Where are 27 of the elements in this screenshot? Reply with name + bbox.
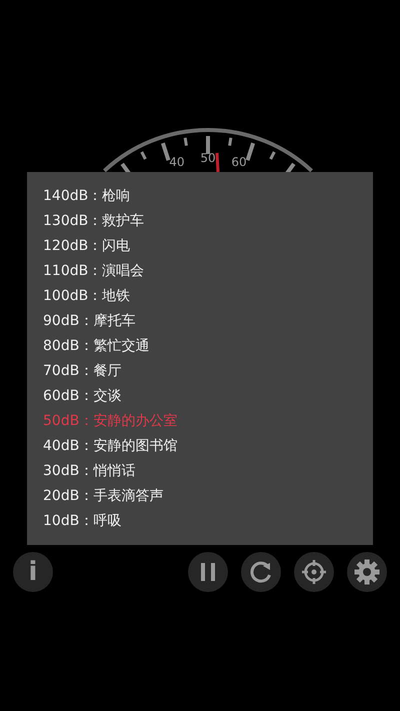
target-button[interactable]	[294, 552, 334, 592]
decibel-reference-item: 80dB：繁忙交通	[43, 337, 150, 356]
needle	[216, 152, 220, 172]
settings-icon	[354, 559, 380, 585]
decibel-reference-item: 100dB：地铁	[43, 287, 132, 306]
decibel-reference-item: 60dB：交谈	[43, 387, 122, 406]
decibel-reference-item: 50dB：安静的办公室	[43, 412, 178, 431]
decibel-reference-item: 30dB：悄悄话	[43, 462, 136, 481]
gauge-label: 60	[231, 155, 247, 170]
crosshair-icon	[301, 559, 327, 585]
pause-icon	[200, 563, 216, 581]
gauge-label: 50	[200, 151, 216, 165]
decibel-reference-item: 90dB：摩托车	[43, 312, 136, 331]
decibel-reference-item: 110dB：演唱会	[43, 262, 146, 281]
gauge-label: 40	[169, 155, 185, 170]
decibel-reference-item: 10dB：呼吸	[43, 512, 122, 531]
decibel-reference-item: 120dB：闪电	[43, 237, 132, 256]
refresh-button[interactable]	[241, 552, 281, 592]
decibel-reference-item: 40dB：安静的图书馆	[43, 437, 178, 456]
refresh-icon	[249, 560, 273, 584]
decibel-reference-item: 140dB：枪响	[43, 187, 132, 206]
decibel-reference-item: 130dB：救护车	[43, 212, 146, 231]
decibel-reference-item: 70dB：餐厅	[43, 362, 122, 381]
info-button[interactable]: i	[13, 552, 53, 592]
settings-button[interactable]	[347, 552, 387, 592]
decibel-reference-item: 20dB：手表滴答声	[43, 487, 164, 506]
pause-button[interactable]	[188, 552, 228, 592]
